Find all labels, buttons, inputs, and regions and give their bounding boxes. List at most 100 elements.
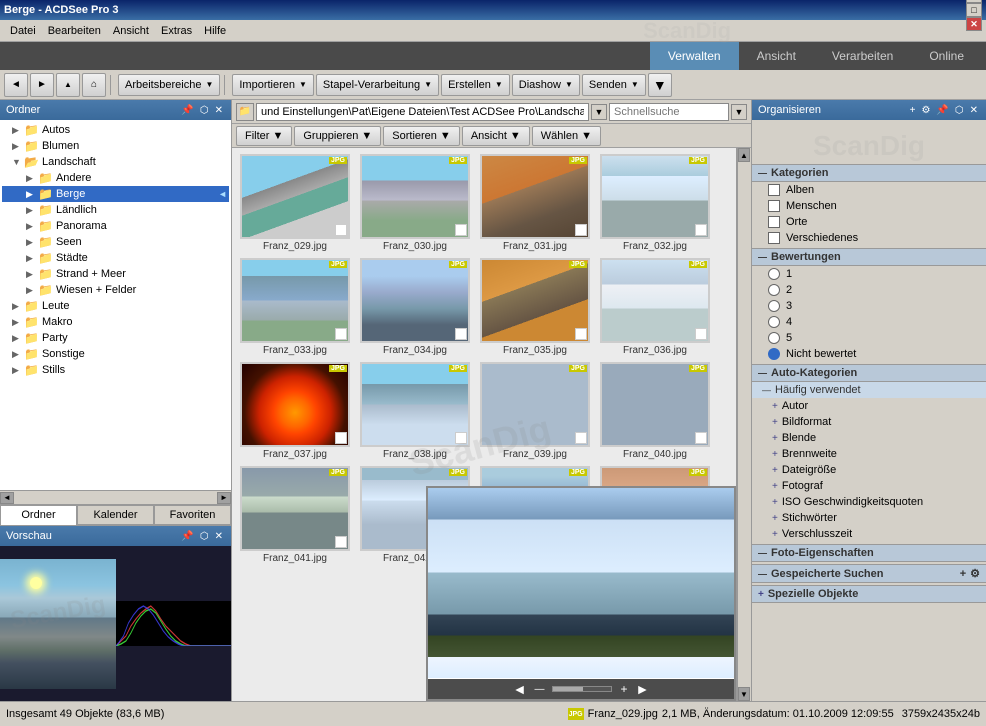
- category-alben[interactable]: Alben: [752, 182, 986, 198]
- auto-dateigroesse[interactable]: + Dateigröße: [752, 462, 986, 478]
- menu-extras[interactable]: Extras: [155, 23, 198, 39]
- tab-ansicht[interactable]: Ansicht: [739, 42, 814, 70]
- thumbnail-placeholder2[interactable]: JPG Franz_040.jpg: [596, 360, 714, 462]
- thumbnail-franz036[interactable]: JPG Franz_036.jpg: [596, 256, 714, 358]
- bewertungen-section-header[interactable]: — Bewertungen: [752, 248, 986, 266]
- nav-forward-button[interactable]: ►: [30, 73, 54, 97]
- preview-float-button[interactable]: ⬡: [198, 530, 211, 543]
- folder-pin-button[interactable]: 📌: [179, 104, 195, 117]
- preview-prev-button[interactable]: ◄: [513, 681, 527, 697]
- filter-button[interactable]: Filter ▼: [236, 126, 292, 146]
- zoom-slider[interactable]: [552, 686, 612, 692]
- thumbnail-franz035[interactable]: JPG Franz_035.jpg: [476, 256, 594, 358]
- auto-brennweite[interactable]: + Brennweite: [752, 446, 986, 462]
- path-dropdown-button[interactable]: ▼: [591, 104, 607, 120]
- category-verschiedenes[interactable]: Verschiedenes: [752, 230, 986, 246]
- kategorien-section-header[interactable]: — Kategorien: [752, 164, 986, 182]
- tab-online[interactable]: Online: [911, 42, 982, 70]
- folder-item-blumen[interactable]: ▶ 📁 Blumen: [2, 138, 229, 154]
- preview-pin-button[interactable]: 📌: [179, 530, 195, 543]
- thumbnail-franz041[interactable]: JPG Franz_041.jpg: [236, 464, 354, 566]
- organise-pin-button[interactable]: 📌: [934, 104, 950, 117]
- auto-blende[interactable]: + Blende: [752, 430, 986, 446]
- sortieren-button[interactable]: Sortieren ▼: [383, 126, 460, 146]
- organise-float-button[interactable]: ⬡: [953, 104, 966, 117]
- thumbnail-franz034[interactable]: JPG Franz_034.jpg: [356, 256, 474, 358]
- preview-zoom-in-button[interactable]: +: [620, 682, 627, 696]
- radio-4[interactable]: [768, 316, 780, 328]
- auto-verschlusszeit[interactable]: + Verschlusszeit: [752, 526, 986, 542]
- foto-eigenschaften-header[interactable]: — Foto-Eigenschaften: [752, 544, 986, 562]
- thumbnail-franz038[interactable]: JPG Franz_038.jpg: [356, 360, 474, 462]
- scroll-right-button[interactable]: ►: [217, 492, 231, 504]
- scroll-down-button[interactable]: ▼: [738, 687, 750, 701]
- thumbnail-franz029[interactable]: JPG Franz_029.jpg: [236, 152, 354, 254]
- stapel-dropdown[interactable]: Stapel-Verarbeitung ▼: [316, 74, 439, 96]
- scroll-up-button[interactable]: ▲: [738, 148, 750, 162]
- gruppieren-button[interactable]: Gruppieren ▼: [294, 126, 381, 146]
- folder-item-seen[interactable]: ▶ 📁 Seen: [2, 234, 229, 250]
- radio-5[interactable]: [768, 332, 780, 344]
- preview-zoom-out-button[interactable]: —: [534, 684, 544, 695]
- close-button[interactable]: ✕: [966, 17, 982, 31]
- rating-3[interactable]: 3: [752, 298, 986, 314]
- gespeicherte-settings-icon[interactable]: ⚙: [970, 567, 980, 580]
- path-nav-button[interactable]: 📁: [236, 103, 254, 121]
- organise-add-button[interactable]: +: [908, 104, 918, 117]
- home-button[interactable]: ⌂: [82, 73, 106, 97]
- search-dropdown-button[interactable]: ▼: [731, 104, 747, 120]
- spezielle-objekte-header[interactable]: + Spezielle Objekte: [752, 585, 986, 603]
- folder-item-strand[interactable]: ▶ 📁 Strand + Meer: [2, 266, 229, 282]
- thumbnail-franz030[interactable]: JPG Franz_030.jpg: [356, 152, 474, 254]
- nav-back-button[interactable]: ◄: [4, 73, 28, 97]
- radio-1[interactable]: [768, 268, 780, 280]
- folder-item-makro[interactable]: ▶ 📁 Makro: [2, 314, 229, 330]
- diashow-dropdown[interactable]: Diashow ▼: [512, 74, 580, 96]
- rating-2[interactable]: 2: [752, 282, 986, 298]
- folder-item-leute[interactable]: ▶ 📁 Leute: [2, 298, 229, 314]
- auto-autor[interactable]: + Autor: [752, 398, 986, 414]
- menu-datei[interactable]: Datei: [4, 23, 42, 39]
- folder-item-laendlich[interactable]: ▶ 📁 Ländlich: [2, 202, 229, 218]
- radio-2[interactable]: [768, 284, 780, 296]
- importieren-dropdown[interactable]: Importieren ▼: [232, 74, 314, 96]
- waehlen-button[interactable]: Wählen ▼: [532, 126, 601, 146]
- thumbnails-scrollbar[interactable]: ▲ ▼: [737, 148, 751, 701]
- auto-bildformat[interactable]: + Bildformat: [752, 414, 986, 430]
- auto-kategorien-section-header[interactable]: — Auto-Kategorien: [752, 364, 986, 382]
- tree-scrollbar[interactable]: ◄ ►: [0, 490, 231, 504]
- alben-checkbox[interactable]: [768, 184, 780, 196]
- organise-close-button[interactable]: ✕: [968, 104, 980, 117]
- folder-item-party[interactable]: ▶ 📁 Party: [2, 330, 229, 346]
- auto-iso[interactable]: + ISO Geschwindigkeitsquoten: [752, 494, 986, 510]
- orte-checkbox[interactable]: [768, 216, 780, 228]
- thumbnail-placeholder1[interactable]: JPG Franz_039.jpg: [476, 360, 594, 462]
- category-orte[interactable]: Orte: [752, 214, 986, 230]
- folder-item-andere[interactable]: ▶ 📁 Andere: [2, 170, 229, 186]
- rating-4[interactable]: 4: [752, 314, 986, 330]
- rating-nicht-bewertet[interactable]: Nicht bewertet: [752, 346, 986, 362]
- folder-item-landschaft[interactable]: ▼ 📂 Landschaft: [2, 154, 229, 170]
- rating-5[interactable]: 5: [752, 330, 986, 346]
- folder-close-button[interactable]: ✕: [213, 104, 225, 117]
- folder-item-sonstige[interactable]: ▶ 📁 Sonstige: [2, 346, 229, 362]
- erstellen-dropdown[interactable]: Erstellen ▼: [441, 74, 510, 96]
- radio-3[interactable]: [768, 300, 780, 312]
- thumbnail-franz031[interactable]: JPG Franz_031.jpg: [476, 152, 594, 254]
- auto-fotograf[interactable]: + Fotograf: [752, 478, 986, 494]
- menu-bearbeiten[interactable]: Bearbeiten: [42, 23, 107, 39]
- more-button[interactable]: ▼: [648, 73, 672, 97]
- menschen-checkbox[interactable]: [768, 200, 780, 212]
- folder-item-panorama[interactable]: ▶ 📁 Panorama: [2, 218, 229, 234]
- folder-float-button[interactable]: ⬡: [198, 104, 211, 117]
- path-input[interactable]: und Einstellungen\Pat\Eigene Dateien\Tes…: [256, 103, 589, 121]
- nav-tab-ordner[interactable]: Ordner: [0, 505, 77, 525]
- thumbnail-franz037[interactable]: JPG Franz_037.jpg: [236, 360, 354, 462]
- auto-stichwort[interactable]: + Stichwörter: [752, 510, 986, 526]
- menu-hilfe[interactable]: Hilfe: [198, 23, 232, 39]
- organise-settings-button[interactable]: ⚙: [919, 104, 932, 117]
- nav-up-button[interactable]: ▲: [56, 73, 80, 97]
- senden-dropdown[interactable]: Senden ▼: [582, 74, 646, 96]
- radio-nicht-bewertet[interactable]: [768, 348, 780, 360]
- folder-item-staedte[interactable]: ▶ 📁 Städte: [2, 250, 229, 266]
